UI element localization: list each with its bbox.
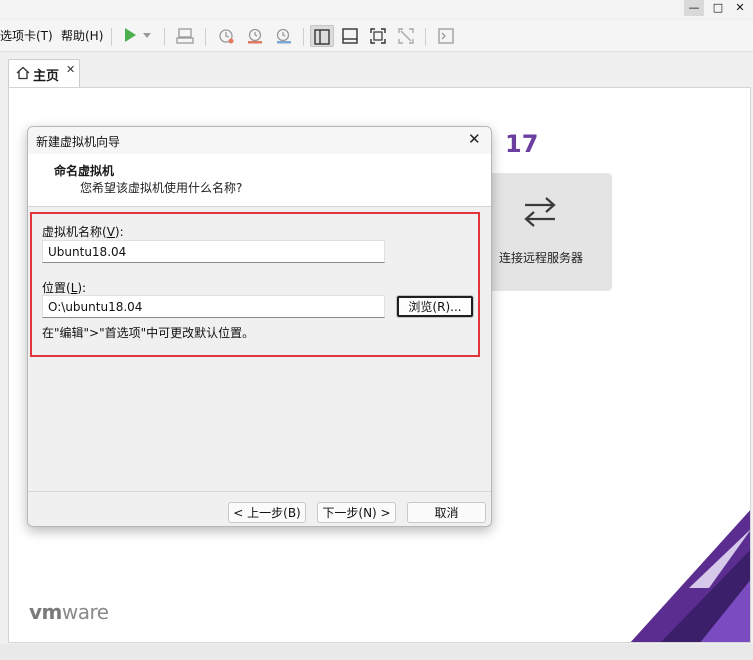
play-icon[interactable] — [118, 25, 142, 47]
connect-remote-server-card[interactable]: 连接远程服务器 — [471, 173, 612, 291]
dialog-footer: < 上一步(B) 下一步(N) > 取消 — [28, 491, 491, 526]
dropdown-icon[interactable] — [140, 25, 154, 47]
toolbar-separator — [205, 28, 206, 46]
browse-button[interactable]: 浏览(R)... — [396, 295, 474, 318]
home-icon — [16, 66, 30, 80]
tab-strip: 主页 ✕ — [0, 52, 753, 88]
menu-tabs[interactable]: 选项卡(T) — [0, 20, 53, 52]
menu-toolbar: 选项卡(T) 帮助(H) — [0, 20, 753, 52]
revert-icon[interactable] — [243, 25, 267, 47]
next-button[interactable]: 下一步(N) > — [317, 502, 396, 523]
toolbar-separator — [425, 28, 426, 46]
vm-name-label: 虚拟机名称(V): — [42, 225, 124, 239]
maximize-icon[interactable]: □ — [708, 0, 728, 16]
toolbar-separator — [164, 28, 165, 46]
close-icon[interactable]: ✕ — [468, 130, 481, 148]
status-bar — [0, 644, 753, 660]
swap-arrows-icon — [524, 197, 556, 227]
dialog-titlebar: 新建虚拟机向导 ✕ — [28, 127, 491, 154]
unity-icon[interactable] — [394, 25, 418, 47]
toolbar-separator — [303, 28, 304, 46]
dialog-title: 新建虚拟机向导 — [36, 135, 121, 149]
snapshot-icon[interactable] — [214, 25, 238, 47]
new-vm-wizard-dialog: 新建虚拟机向导 ✕ 命名虚拟机 您希望该虚拟机使用什么名称? 虚拟机名称(V):… — [27, 126, 492, 527]
cancel-button[interactable]: 取消 — [407, 502, 486, 523]
step-title: 命名虚拟机 — [54, 164, 115, 178]
terminal-icon[interactable] — [434, 25, 458, 47]
location-input[interactable] — [42, 295, 385, 318]
location-hint: 在"编辑">"首选项"中可更改默认位置。 — [42, 326, 255, 340]
menu-help[interactable]: 帮助(H) — [61, 20, 103, 52]
manage-snapshots-icon[interactable] — [272, 25, 296, 47]
minimize-icon[interactable]: — — [684, 0, 704, 16]
decorative-graphic — [630, 510, 750, 642]
tab-home[interactable]: 主页 ✕ — [8, 59, 80, 87]
close-icon[interactable]: ✕ — [730, 0, 750, 16]
send-keys-icon[interactable] — [173, 25, 197, 47]
tab-home-label: 主页 — [33, 69, 60, 84]
step-subtitle: 您希望该虚拟机使用什么名称? — [80, 181, 243, 195]
back-button[interactable]: < 上一步(B) — [228, 502, 306, 523]
location-label: 位置(L): — [42, 281, 87, 295]
window-titlebar: — □ ✕ — [0, 0, 753, 18]
fullscreen-icon[interactable] — [366, 25, 390, 47]
library-view-icon[interactable] — [310, 25, 334, 47]
product-version: 17 — [505, 130, 539, 158]
console-view-icon[interactable] — [338, 25, 362, 47]
vm-name-input[interactable] — [42, 240, 385, 263]
dialog-body: 虚拟机名称(V): 位置(L): 浏览(R)... 在"编辑">"首选项"中可更… — [28, 208, 491, 491]
close-icon[interactable]: ✕ — [66, 63, 75, 76]
dialog-header: 命名虚拟机 您希望该虚拟机使用什么名称? — [28, 154, 491, 207]
toolbar-separator — [111, 28, 112, 46]
vmware-logo: vmware — [29, 600, 109, 624]
